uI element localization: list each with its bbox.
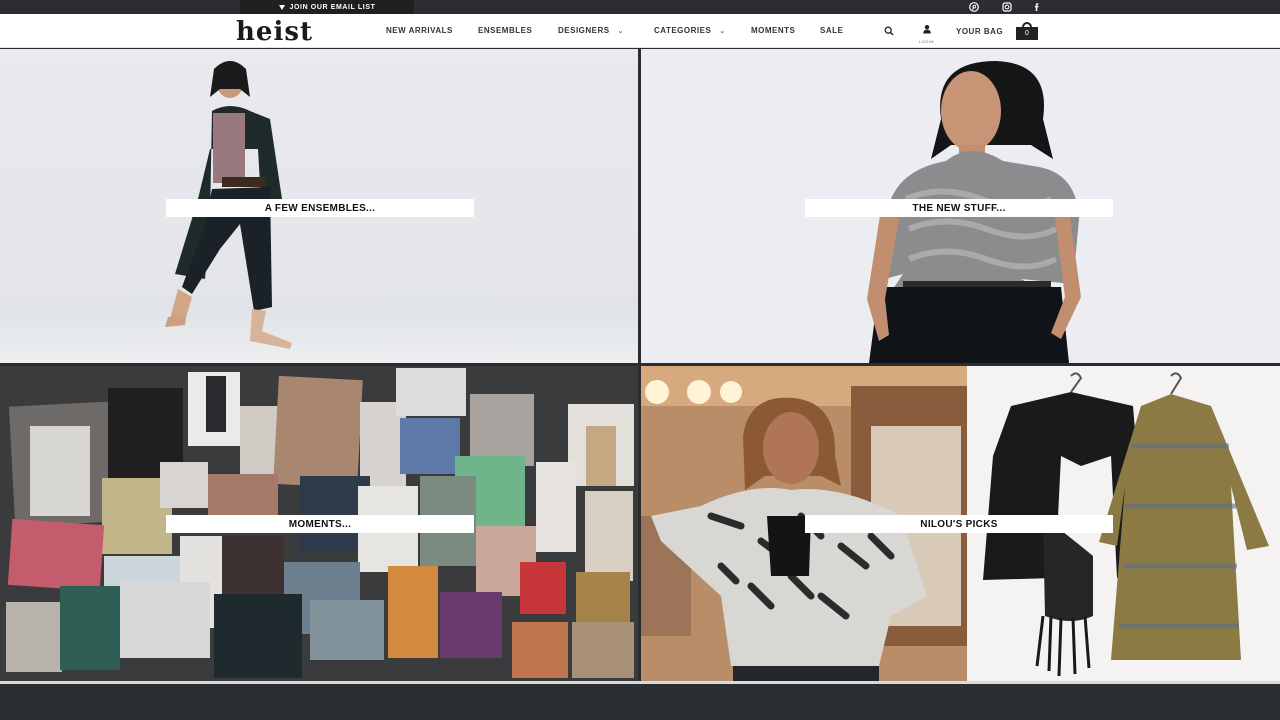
bag-icon[interactable]: 0 [1016,22,1038,40]
nav-ensembles-label: ENSEMBLES [478,26,533,35]
tile-ensembles[interactable]: A FEW ENSEMBLES... [0,49,638,363]
join-email-label: JOIN OUR EMAIL LIST [289,3,376,11]
your-bag-link[interactable]: YOUR BAG [956,27,1003,36]
chevron-down-icon: ⌄ [719,28,726,35]
nav-new-arrivals[interactable]: NEW ARRIVALS [386,26,453,35]
nav-new-arrivals-label: NEW ARRIVALS [386,26,453,35]
nav-sale-label: SALE [820,26,844,35]
tile-moments[interactable]: MOMENTS... [0,366,638,681]
main-nav: heist NEW ARRIVALS ENSEMBLES DESIGNERS ⌄ … [0,14,1280,48]
nav-moments-label: MOMENTS [751,26,796,35]
new-stuff-label: THE NEW STUFF... [805,199,1113,217]
bag-count: 0 [1016,27,1038,40]
join-email-button[interactable]: JOIN OUR EMAIL LIST [240,0,414,14]
chevron-down-icon: ⌄ [617,28,624,35]
nav-designers-label: DESIGNERS [558,26,610,35]
moments-label: MOMENTS... [166,515,474,533]
instagram-icon[interactable] [1000,1,1014,13]
nav-sale[interactable]: SALE [820,26,843,35]
user-icon[interactable] [920,22,934,36]
search-icon[interactable] [882,24,896,38]
caret-down-icon [278,4,285,10]
tile-nilous-picks[interactable]: NILOU'S PICKS [641,366,1280,681]
logo[interactable]: heist [236,17,313,47]
login-label[interactable]: LOGIN [919,39,934,44]
nav-ensembles[interactable]: ENSEMBLES [478,26,532,35]
nav-categories-label: CATEGORIES [654,26,712,35]
nav-categories[interactable]: CATEGORIES ⌄ [654,26,726,35]
pinterest-icon[interactable] [967,1,981,13]
top-bar: JOIN OUR EMAIL LIST [0,0,1280,14]
nav-moments[interactable]: MOMENTS [751,26,795,35]
nav-designers[interactable]: DESIGNERS ⌄ [558,26,624,35]
footer [0,681,1280,720]
facebook-icon[interactable] [1030,1,1044,13]
ensembles-label: A FEW ENSEMBLES... [166,199,474,217]
tile-new-stuff[interactable]: THE NEW STUFF... [641,49,1280,363]
nilous-picks-label: NILOU'S PICKS [805,515,1113,533]
